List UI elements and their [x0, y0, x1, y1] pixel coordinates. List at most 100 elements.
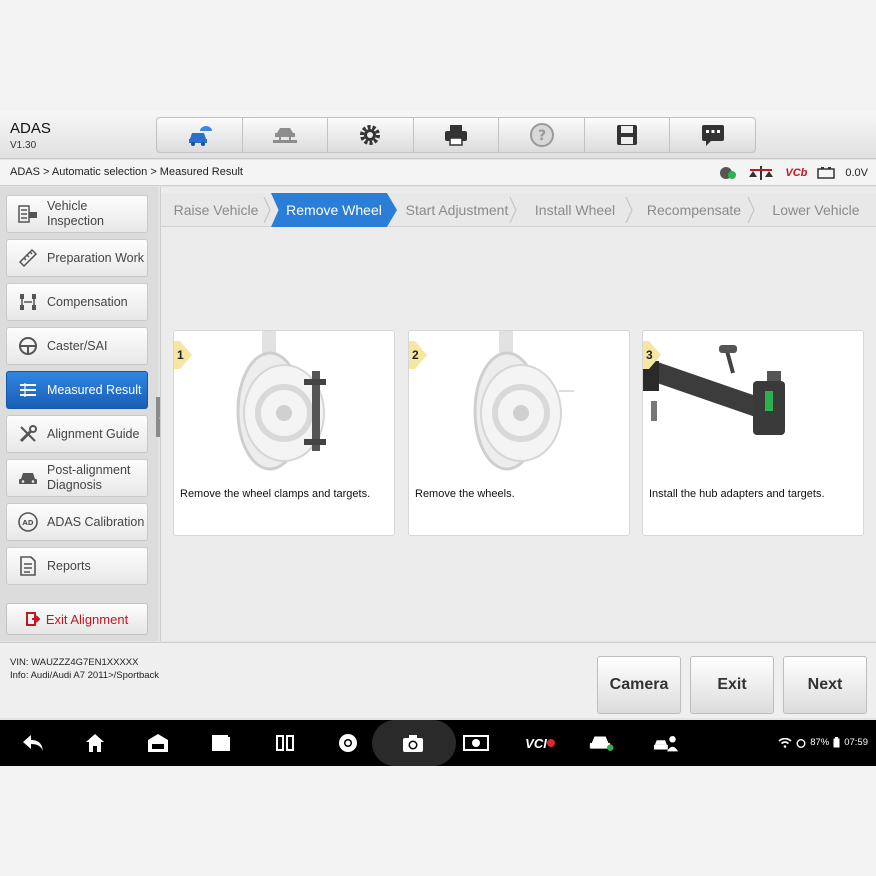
- sidebar-item-adas-calibration[interactable]: AD ADAS Calibration: [6, 503, 148, 541]
- sidebar-item-compensation[interactable]: Compensation: [6, 283, 148, 321]
- step-number-badge: 3: [643, 341, 663, 369]
- help-button[interactable]: ?: [499, 118, 585, 152]
- app-screen: ADAS V1.30 ? ADAS > Automatic selection …: [0, 111, 876, 766]
- vehicle-lift-icon: [272, 128, 297, 143]
- help-icon: ?: [529, 123, 554, 147]
- sidebar-item-vehicle-inspection[interactable]: Vehicle Inspection: [6, 195, 148, 233]
- checklist-car-icon: [18, 205, 37, 223]
- card-caption: Install the hub adapters and targets.: [649, 488, 825, 500]
- instruction-card-1: 1 Remove the wheel clamps and targets.: [173, 330, 395, 536]
- car-connected-icon: [589, 736, 614, 751]
- message-button[interactable]: [670, 118, 755, 152]
- step-label: Raise Vehicle: [173, 202, 259, 218]
- exit-alignment-button[interactable]: Exit Alignment: [6, 603, 148, 635]
- step-label: Recompensate: [646, 202, 742, 218]
- error-badge-icon: [546, 739, 555, 747]
- back-button[interactable]: [20, 731, 46, 755]
- alarm-icon: [796, 738, 806, 748]
- next-button[interactable]: Next: [783, 656, 867, 714]
- clock: 07:59: [844, 737, 868, 748]
- system-navbar: VCI 87% 07:59: [0, 720, 876, 766]
- printer-icon: [445, 125, 468, 146]
- wheel-removal-illustration: [473, 331, 574, 471]
- step-label: Lower Vehicle: [772, 202, 860, 218]
- status-icons: VCb 0.0V: [719, 165, 868, 181]
- footer: VIN: WAUZZZ4G7EN1XXXXX Info: Audi/Audi A…: [0, 642, 876, 718]
- camera-icon: [403, 735, 423, 752]
- svg-text:?: ?: [538, 128, 546, 144]
- remote-expert-button[interactable]: [653, 731, 679, 755]
- svg-text:AD: AD: [22, 519, 33, 527]
- app-title: ADAS: [10, 120, 51, 137]
- breadcrumb: ADAS > Automatic selection > Measured Re…: [10, 166, 243, 178]
- split-screen-icon: [276, 735, 294, 751]
- step-lower-vehicle[interactable]: Lower Vehicle: [755, 193, 876, 227]
- sidebar-item-label: Vehicle Inspection: [47, 199, 104, 228]
- save-button[interactable]: [585, 118, 671, 152]
- home-nav-button[interactable]: [82, 731, 108, 755]
- camera-button[interactable]: Camera: [597, 656, 681, 714]
- sidebar-item-caster-sai[interactable]: Caster/SAI: [6, 327, 148, 365]
- step-label: Remove Wheel: [286, 202, 382, 218]
- garage-car-icon: [148, 734, 168, 752]
- brightness-button[interactable]: [463, 731, 489, 755]
- chevron-right-icon: [747, 197, 755, 223]
- sidebar-item-label: Alignment Guide: [47, 426, 140, 441]
- step-recompensate[interactable]: Recompensate: [633, 193, 755, 227]
- print-button[interactable]: [414, 118, 500, 152]
- report-icon: [20, 556, 36, 576]
- step-label: Install Wheel: [534, 202, 616, 218]
- settings-button[interactable]: [328, 118, 414, 152]
- save-icon: [617, 125, 638, 145]
- exit-button[interactable]: Exit: [690, 656, 774, 714]
- wifi-icon: [778, 737, 792, 748]
- step-start-adjustment[interactable]: Start Adjustment: [397, 193, 517, 227]
- message-icon: [701, 125, 724, 146]
- adas-icon: AD: [18, 512, 38, 532]
- sidebar-item-label: Reports: [47, 558, 91, 573]
- step-number: 2: [412, 348, 419, 362]
- hub-adapter-illustration: [643, 345, 785, 435]
- vci-label: VCI: [525, 735, 547, 751]
- app-version: V1.30: [10, 140, 37, 151]
- step-install-wheel[interactable]: Install Wheel: [517, 193, 633, 227]
- back-arrow-icon: [23, 735, 43, 751]
- vci-status-button[interactable]: VCI: [522, 731, 558, 755]
- step-remove-wheel[interactable]: Remove Wheel: [271, 193, 397, 227]
- step-number: 3: [646, 348, 653, 362]
- battery-level-icon: [833, 737, 840, 748]
- battery-icon: [817, 167, 836, 179]
- screenshot-button[interactable]: [400, 731, 426, 755]
- step-raise-vehicle[interactable]: Raise Vehicle: [161, 193, 271, 227]
- sidebar-item-alignment-guide[interactable]: Alignment Guide: [6, 415, 148, 453]
- split-screen-button[interactable]: [272, 731, 298, 755]
- step-label: Start Adjustment: [405, 202, 509, 218]
- step-bar: Raise Vehicle Remove Wheel Start Adjustm…: [161, 193, 876, 227]
- vehicle-lift-button[interactable]: [243, 118, 329, 152]
- exit-icon: [25, 612, 40, 626]
- sidebar-item-measured-result[interactable]: Measured Result: [6, 371, 148, 409]
- step-number-badge: 2: [409, 341, 429, 369]
- list-icon: [20, 383, 36, 397]
- steering-wheel-icon: [19, 337, 37, 355]
- gear-icon: [360, 125, 381, 145]
- sidebar-item-label: Caster/SAI: [47, 338, 108, 353]
- frame-icon: [20, 294, 36, 310]
- vehicle-connect-button[interactable]: [588, 731, 614, 755]
- wheel-clamp-illustration: [236, 331, 326, 471]
- ruler-icon: [18, 248, 38, 268]
- vehicle-menu-button[interactable]: [145, 731, 171, 755]
- home-button[interactable]: [157, 118, 243, 152]
- sidebar-item-preparation-work[interactable]: Preparation Work: [6, 239, 148, 277]
- scale-icon: [749, 166, 774, 180]
- step-number-badge: 1: [174, 341, 194, 369]
- sidebar-item-reports[interactable]: Reports: [6, 547, 148, 585]
- system-status: 87% 07:59: [778, 737, 868, 748]
- battery-percent: 87%: [810, 737, 830, 748]
- sidebar-item-post-alignment-diagnosis[interactable]: Post-alignment Diagnosis: [6, 459, 148, 497]
- chevron-right-icon: [625, 197, 633, 223]
- browser-button[interactable]: [335, 731, 361, 755]
- square-icon: [212, 735, 230, 751]
- sidebar-item-label: ADAS Calibration: [47, 514, 145, 529]
- recent-apps-button[interactable]: [208, 731, 234, 755]
